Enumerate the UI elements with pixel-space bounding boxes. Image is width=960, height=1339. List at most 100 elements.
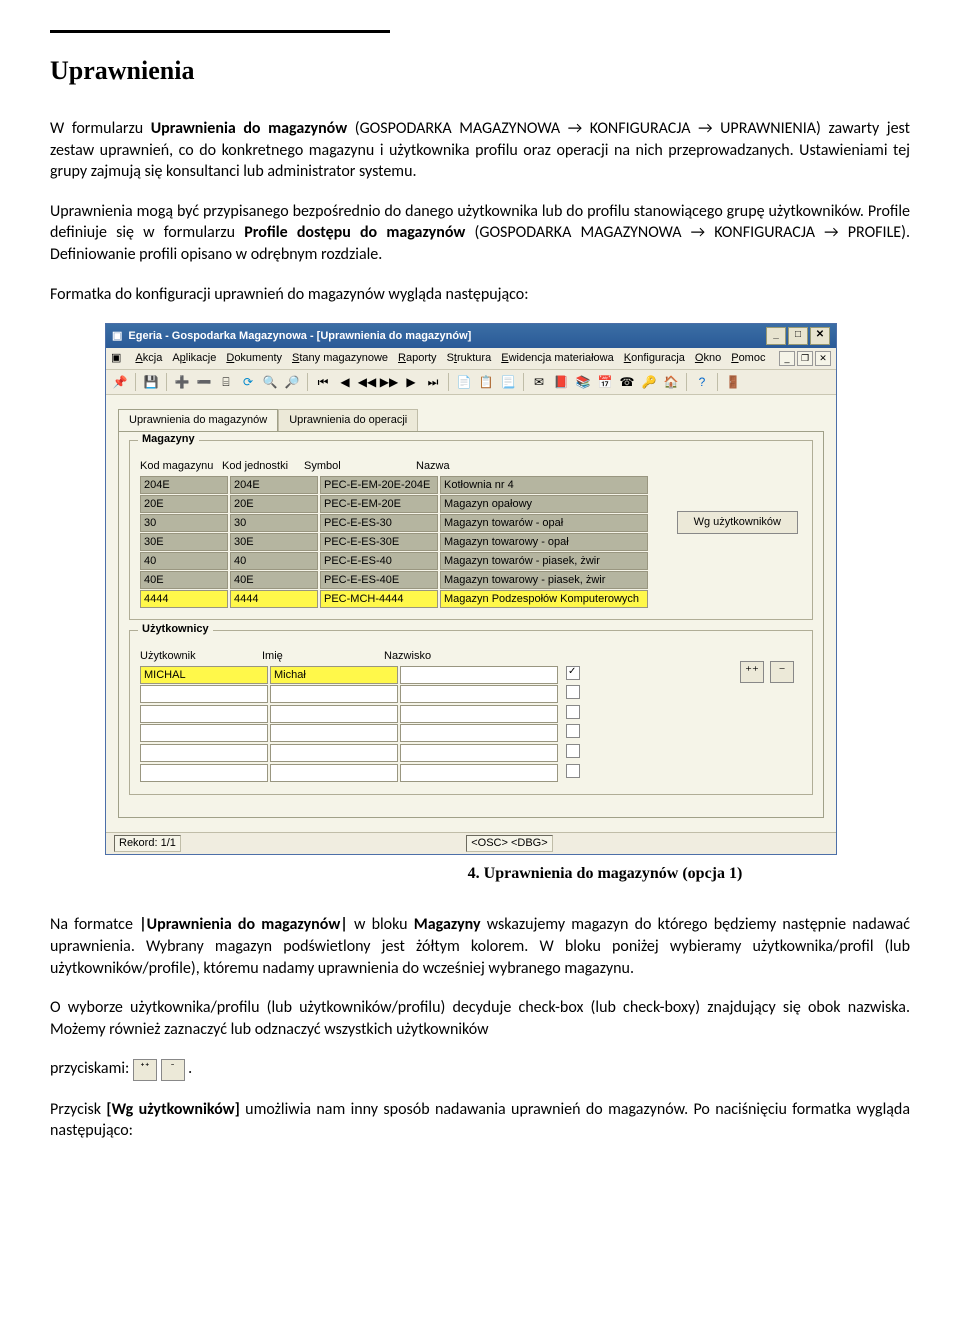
table-cell: 30E xyxy=(140,533,228,551)
menu-item[interactable]: Akcja xyxy=(135,351,162,366)
table-cell: 30 xyxy=(230,514,318,532)
table-row[interactable] xyxy=(140,744,802,763)
table-cell: 4444 xyxy=(140,590,228,608)
rewind-icon[interactable]: ◀◀ xyxy=(358,373,376,391)
menu-item[interactable]: Konfiguracja xyxy=(624,351,685,366)
user-checkbox[interactable] xyxy=(566,744,580,758)
content-area: Uprawnienia do magazynów Uprawnienia do … xyxy=(106,395,836,832)
next-icon[interactable]: ▶ xyxy=(402,373,420,391)
table-cell xyxy=(400,764,558,782)
mdi-restore[interactable]: ❐ xyxy=(797,351,813,366)
menu-item[interactable]: Ewidencja materiałowa xyxy=(501,351,614,366)
last-icon[interactable]: ⏭ xyxy=(424,373,442,391)
user-checkbox[interactable] xyxy=(566,764,580,778)
delete-icon[interactable]: ➖ xyxy=(195,373,213,391)
first-icon[interactable]: ⏮ xyxy=(314,373,332,391)
user-checkbox[interactable] xyxy=(566,666,580,680)
deselect-all-button[interactable]: ⁻ xyxy=(770,661,794,683)
user-checkbox[interactable] xyxy=(566,724,580,738)
maximize-button[interactable]: □ xyxy=(788,327,808,345)
user-checkbox[interactable] xyxy=(566,705,580,719)
menubar: ▣ Akcja Aplikacje Dokumenty Stany magazy… xyxy=(106,348,836,370)
text: w bloku xyxy=(354,915,414,934)
table-row[interactable]: 30E30EPEC-E-ES-30EMagazyn towarowy - opa… xyxy=(140,533,802,551)
books-icon[interactable]: 📚 xyxy=(574,373,592,391)
table-row[interactable] xyxy=(140,724,802,743)
refresh-icon[interactable]: ⟳ xyxy=(239,373,257,391)
prev-icon[interactable]: ◀ xyxy=(336,373,354,391)
tab-uprawnienia-magazyny[interactable]: Uprawnienia do magazynów xyxy=(118,409,278,431)
table-cell xyxy=(140,744,268,762)
table-row[interactable] xyxy=(140,685,802,704)
exit-icon[interactable]: 🚪 xyxy=(724,373,742,391)
term-bold: Profile dostępu do magazynów xyxy=(244,223,465,242)
table-cell: 30E xyxy=(230,533,318,551)
table-row[interactable]: MICHALMichał xyxy=(140,666,802,684)
paragraph-4: Na formatce |Uprawnienia do magazynów| w… xyxy=(50,914,910,979)
table-row[interactable]: 44444444PEC-MCH-4444Magazyn Podzespołów … xyxy=(140,590,802,608)
search-icon[interactable]: 🔍 xyxy=(261,373,279,391)
grid-rows-users: MICHALMichał xyxy=(140,666,802,783)
table-cell xyxy=(400,744,558,762)
table-cell: PEC-E-ES-30 xyxy=(320,514,438,532)
term-bold: Uprawnienia do magazynów xyxy=(151,119,347,138)
minimize-button[interactable]: _ xyxy=(766,327,786,345)
paragraph-6: przyciskami: ⁺⁺ ⁻ . xyxy=(50,1058,910,1080)
mdi-minimize[interactable]: _ xyxy=(779,351,795,366)
paragraph-1: W formularzu Uprawnienia do magazynów (G… xyxy=(50,118,910,183)
forward-icon[interactable]: ▶▶ xyxy=(380,373,398,391)
table-cell xyxy=(140,724,268,742)
phone-icon[interactable]: ☎ xyxy=(618,373,636,391)
doc-icon[interactable]: 📃 xyxy=(499,373,517,391)
table-cell: PEC-E-EM-20E-204E xyxy=(320,476,438,494)
close-button[interactable]: ✕ xyxy=(810,327,830,345)
table-cell xyxy=(400,724,558,742)
user-checkbox[interactable] xyxy=(566,685,580,699)
save-icon[interactable]: 💾 xyxy=(142,373,160,391)
table-cell: Michał xyxy=(270,666,398,684)
menu-item[interactable]: Dokumenty xyxy=(226,351,282,366)
table-row[interactable] xyxy=(140,764,802,783)
help-icon[interactable]: ? xyxy=(693,373,711,391)
group-title: Użytkownicy xyxy=(138,622,213,637)
menu-item[interactable]: Pomoc xyxy=(731,351,765,366)
menu-item[interactable]: Stany magazynowe xyxy=(292,351,388,366)
table-cell: Magazyn towarowy - opał xyxy=(440,533,648,551)
menu-item[interactable]: Aplikacje xyxy=(172,351,216,366)
tab-uprawnienia-operacje[interactable]: Uprawnienia do operacji xyxy=(278,409,418,431)
tree-icon[interactable]: ⌸ xyxy=(217,373,235,391)
top-rule xyxy=(50,30,390,33)
table-cell: MICHAL xyxy=(140,666,268,684)
grid-header-users: UżytkownikImięNazwisko xyxy=(140,649,802,664)
table-row[interactable]: 204E204EPEC-E-EM-20E-204EKotłownia nr 4 xyxy=(140,476,802,494)
table-row[interactable] xyxy=(140,705,802,724)
calendar-icon[interactable]: 📅 xyxy=(596,373,614,391)
menu-item[interactable]: Struktura xyxy=(447,351,492,366)
paragraph-5: O wyborze użytkownika/profilu (lub użytk… xyxy=(50,997,910,1040)
menu-item[interactable]: Okno xyxy=(695,351,721,366)
text: Na formatce xyxy=(50,915,139,934)
table-cell: 4444 xyxy=(230,590,318,608)
separator xyxy=(307,373,308,391)
menu-item[interactable]: Raporty xyxy=(398,351,437,366)
mdi-close[interactable]: ✕ xyxy=(815,351,831,366)
group-uzytkownicy: Użytkownicy UżytkownikImięNazwisko MICHA… xyxy=(129,630,813,795)
pin-icon[interactable]: 📌 xyxy=(111,373,129,391)
key-icon[interactable]: 🔑 xyxy=(640,373,658,391)
table-cell: Magazyn towarów - piasek, żwir xyxy=(440,552,648,570)
add-icon[interactable]: ➕ xyxy=(173,373,191,391)
table-row[interactable]: 40E40EPEC-E-ES-40EMagazyn towarowy - pia… xyxy=(140,571,802,589)
mail-icon[interactable]: ✉ xyxy=(530,373,548,391)
wg-uzytkownikow-button[interactable]: Wg użytkowników xyxy=(677,511,798,534)
form-icon[interactable]: 📄 xyxy=(455,373,473,391)
find-icon[interactable]: 🔎 xyxy=(283,373,301,391)
app-window: ▣ Egeria - Gospodarka Magazynowa - [Upra… xyxy=(105,323,837,855)
home-icon[interactable]: 🏠 xyxy=(662,373,680,391)
table-row[interactable]: 4040PEC-E-ES-40Magazyn towarów - piasek,… xyxy=(140,552,802,570)
paragraph-3: Formatka do konfiguracji uprawnień do ma… xyxy=(50,284,910,306)
list-icon[interactable]: 📋 xyxy=(477,373,495,391)
book-icon[interactable]: 📕 xyxy=(552,373,570,391)
group-magazyny: Magazyny Kod magazynuKod jednostkiSymbol… xyxy=(129,440,813,620)
mdi-controls: _ ❐ ✕ xyxy=(779,351,831,366)
select-all-button[interactable]: ⁺⁺ xyxy=(740,661,764,683)
